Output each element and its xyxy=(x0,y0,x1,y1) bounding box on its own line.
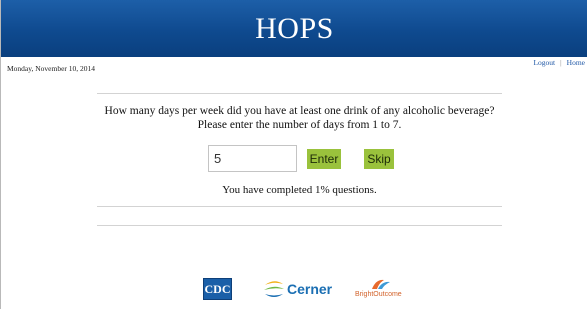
question-text: How many days per week did you have at l… xyxy=(97,104,502,132)
app-title: HOPS xyxy=(255,11,334,45)
skip-button[interactable]: Skip xyxy=(364,148,394,169)
nav-separator: | xyxy=(560,58,562,67)
question-line-1: How many days per week did you have at l… xyxy=(104,105,495,117)
cerner-swoosh-icon xyxy=(264,281,284,297)
cerner-logo-text: Cerner xyxy=(287,281,333,297)
brightoutcome-mark-icon xyxy=(372,279,390,289)
enter-button[interactable]: Enter xyxy=(307,148,341,169)
cerner-logo: Cerner xyxy=(263,279,332,299)
brightoutcome-logo: BrightOutcome xyxy=(355,278,407,302)
current-date: Monday, November 10, 2014 xyxy=(7,64,96,73)
home-link[interactable]: Home xyxy=(567,58,585,67)
top-nav: Logout | Home xyxy=(533,58,585,67)
bottom-divider xyxy=(97,225,502,226)
top-divider xyxy=(97,93,502,94)
question-line-2: Please enter the number of days from 1 t… xyxy=(197,119,402,131)
days-answer-input[interactable] xyxy=(208,145,297,172)
logout-link[interactable]: Logout xyxy=(533,58,555,67)
cdc-logo: CDC xyxy=(203,278,232,300)
progress-status: You have completed 1% questions. xyxy=(222,184,377,196)
brightoutcome-logo-text: BrightOutcome xyxy=(355,291,402,298)
middle-divider xyxy=(97,206,502,207)
footer-logos: CDC Cerner BrightOutcome xyxy=(1,276,587,304)
hops-page: HOPS Monday, November 10, 2014 Logout | … xyxy=(0,0,587,309)
app-header: HOPS xyxy=(1,0,587,57)
answer-row: Enter Skip xyxy=(208,145,394,172)
